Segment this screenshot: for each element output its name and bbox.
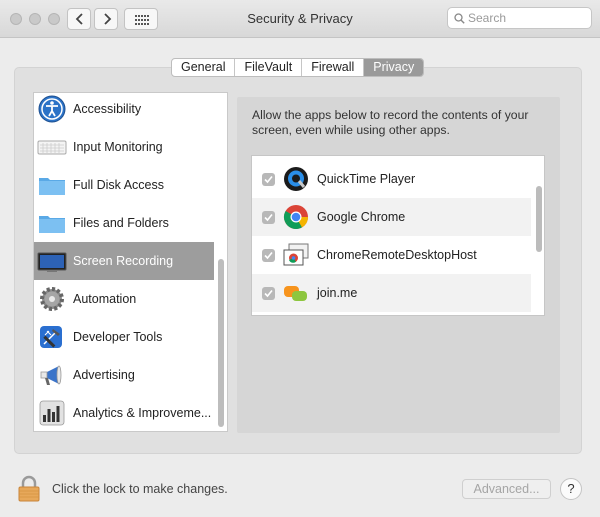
chrome-icon: [283, 204, 309, 230]
app-row-google-chrome[interactable]: Google Chrome: [252, 198, 531, 236]
title-bar: Security & Privacy: [0, 0, 600, 38]
tab-firewall[interactable]: Firewall: [302, 59, 365, 76]
screen-recording-description: Allow the apps below to record the conte…: [252, 108, 529, 137]
checkmark-icon: [264, 213, 273, 221]
tab-privacy[interactable]: Privacy: [364, 59, 424, 76]
app-name: ChromeRemoteDesktopHost: [317, 248, 477, 262]
quicktime-icon: [283, 166, 309, 192]
app-list: QuickTime Player Google Chrome ChromeRem…: [251, 155, 545, 316]
gear-icon: [37, 284, 69, 314]
advanced-button[interactable]: Advanced...: [462, 479, 551, 499]
search-input[interactable]: [468, 10, 586, 26]
remote-desktop-icon: [283, 242, 309, 268]
sidebar-item-label: Developer Tools: [73, 330, 163, 344]
sidebar-item-input-monitoring[interactable]: Input Monitoring: [34, 128, 214, 166]
tab-general[interactable]: General: [172, 59, 236, 76]
search-field[interactable]: [447, 7, 592, 29]
sidebar-item-label: Automation: [73, 292, 137, 306]
app-checkbox[interactable]: [262, 172, 275, 186]
sidebar-scrollbar[interactable]: [218, 259, 224, 427]
app-name: join.me: [317, 286, 358, 300]
privacy-category-list: Accessibility Input Monitoring Full Disk…: [33, 92, 228, 432]
app-row-chrome-remote-desktop[interactable]: ChromeRemoteDesktopHost: [252, 236, 531, 274]
keyboard-icon: [37, 132, 69, 162]
sidebar-item-label: Advertising: [73, 368, 135, 382]
sidebar-item-developer-tools[interactable]: Developer Tools: [34, 318, 214, 356]
sidebar-item-files-and-folders[interactable]: Files and Folders: [34, 204, 214, 242]
help-button[interactable]: ?: [560, 478, 582, 500]
checkmark-icon: [264, 289, 273, 297]
app-checkbox[interactable]: [262, 248, 275, 262]
sidebar-item-advertising[interactable]: Advertising: [34, 356, 214, 394]
checkmark-icon: [264, 251, 273, 259]
app-checkbox[interactable]: [262, 210, 275, 224]
megaphone-icon: [37, 360, 69, 390]
sidebar-item-label: Analytics & Improveme...: [73, 406, 212, 420]
tab-filevault[interactable]: FileVault: [235, 59, 303, 76]
app-checkbox[interactable]: [262, 286, 275, 300]
sidebar-item-label: Accessibility: [73, 102, 142, 116]
app-row-quicktime[interactable]: QuickTime Player: [252, 160, 531, 198]
sidebar-item-label: Files and Folders: [73, 216, 169, 230]
display-icon: [37, 246, 69, 276]
sidebar-item-label: Screen Recording: [73, 254, 174, 268]
lock-button[interactable]: [18, 475, 40, 508]
app-row-join-me[interactable]: join.me: [252, 274, 531, 312]
sidebar-item-label: Full Disk Access: [73, 178, 164, 192]
folder-icon: [37, 208, 69, 238]
lock-icon: [18, 475, 40, 502]
folder-icon: [37, 170, 69, 200]
sidebar-item-label: Input Monitoring: [73, 140, 163, 154]
app-list-scrollbar[interactable]: [536, 186, 542, 252]
sidebar-item-automation[interactable]: Automation: [34, 280, 214, 318]
tab-bar: General FileVault Firewall Privacy: [171, 58, 425, 77]
lock-message: Click the lock to make changes.: [52, 482, 228, 496]
sidebar-item-screen-recording[interactable]: Screen Recording: [34, 242, 214, 280]
joinme-icon: [283, 280, 309, 306]
sidebar-item-accessibility[interactable]: Accessibility: [34, 93, 214, 128]
accessibility-icon: [37, 94, 69, 124]
search-icon: [454, 13, 465, 24]
sidebar-item-analytics[interactable]: Analytics & Improveme...: [34, 394, 214, 431]
app-name: Google Chrome: [317, 210, 406, 224]
chart-icon: [37, 398, 69, 428]
checkmark-icon: [264, 175, 273, 183]
hammer-icon: [37, 322, 69, 352]
app-name: QuickTime Player: [317, 172, 416, 186]
sidebar-item-full-disk-access[interactable]: Full Disk Access: [34, 166, 214, 204]
